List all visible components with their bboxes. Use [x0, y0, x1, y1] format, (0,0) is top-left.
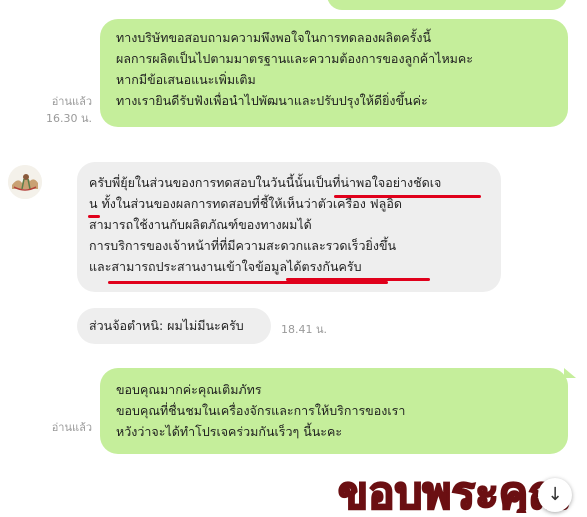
outgoing-message-bubble[interactable]: ทางบริษัทขอสอบถามความพึงพอใจในการทดลองผล…: [100, 19, 568, 127]
incoming-message-bubble[interactable]: ครับพี่ยุ้ยในส่วนของการทดสอบในวันนี้นั้น…: [77, 162, 501, 292]
message-line: ครับพี่ยุ้ยในส่วนของการทดสอบในวันนี้นั้น…: [89, 175, 442, 190]
message-time: 18.41 น.: [281, 323, 328, 336]
avatar-image: [8, 165, 42, 199]
message-line: ขอบคุณที่ชื่นชมในเครื่องจักรและการให้บริ…: [116, 403, 406, 418]
arrow-down-icon: ↓: [547, 484, 563, 505]
outgoing-message-bubble-partial[interactable]: [327, 0, 567, 10]
message-read-status: อ่านแล้ว 16.30 น.: [30, 93, 92, 127]
highlight-underline: [108, 281, 388, 284]
outgoing-message-bubble[interactable]: ขอบคุณมากค่ะคุณเติมภัทร ขอบคุณที่ชื่นชมใ…: [100, 368, 568, 454]
highlight-underline: [88, 215, 100, 218]
message-line: หากมีข้อเสนอแนะเพิ่มเติม: [116, 72, 256, 87]
message-line: ผลการผลิตเป็นไปตามมาตรฐานและความต้องการข…: [116, 51, 473, 66]
message-line: ส่วนจ้อตำหนิ: ผมไม่มีนะครับ: [89, 318, 244, 333]
incoming-message-bubble[interactable]: ส่วนจ้อตำหนิ: ผมไม่มีนะครับ: [77, 308, 271, 344]
contact-avatar[interactable]: [8, 165, 42, 199]
message-line: ขอบคุณมากค่ะคุณเติมภัทร: [116, 382, 262, 397]
message-line: หวังว่าจะได้ทำโปรเจคร่วมกันเร็วๆ นี้นะคะ: [116, 424, 343, 439]
bubble-tail: [564, 368, 576, 378]
read-label: อ่านแล้ว: [51, 421, 92, 434]
scroll-to-bottom-button[interactable]: ↓: [538, 478, 572, 512]
read-label: อ่านแล้ว: [51, 95, 92, 108]
message-line: ทางเรายินดีรับฟังเพื่อนำไปพัฒนาและปรับปร…: [116, 93, 428, 108]
message-read-status: อ่านแล้ว: [30, 419, 92, 436]
sticker-text: ขอบพระคุณ: [338, 468, 569, 513]
message-line: และสามารถประสานงานเข้าใจข้อมูลได้ตรงกันค…: [89, 259, 362, 274]
highlight-underline: [334, 195, 481, 198]
message-time: 16.30 น.: [45, 112, 92, 125]
message-line: สามารถใช้งานกับผลิตภัณฑ์ของทางผมได้: [89, 217, 312, 232]
message-line: ทางบริษัทขอสอบถามความพึงพอใจในการทดลองผล…: [116, 30, 432, 45]
message-line: การบริการของเจ้าหน้าที่ที่มีความสะดวกและ…: [89, 238, 397, 253]
